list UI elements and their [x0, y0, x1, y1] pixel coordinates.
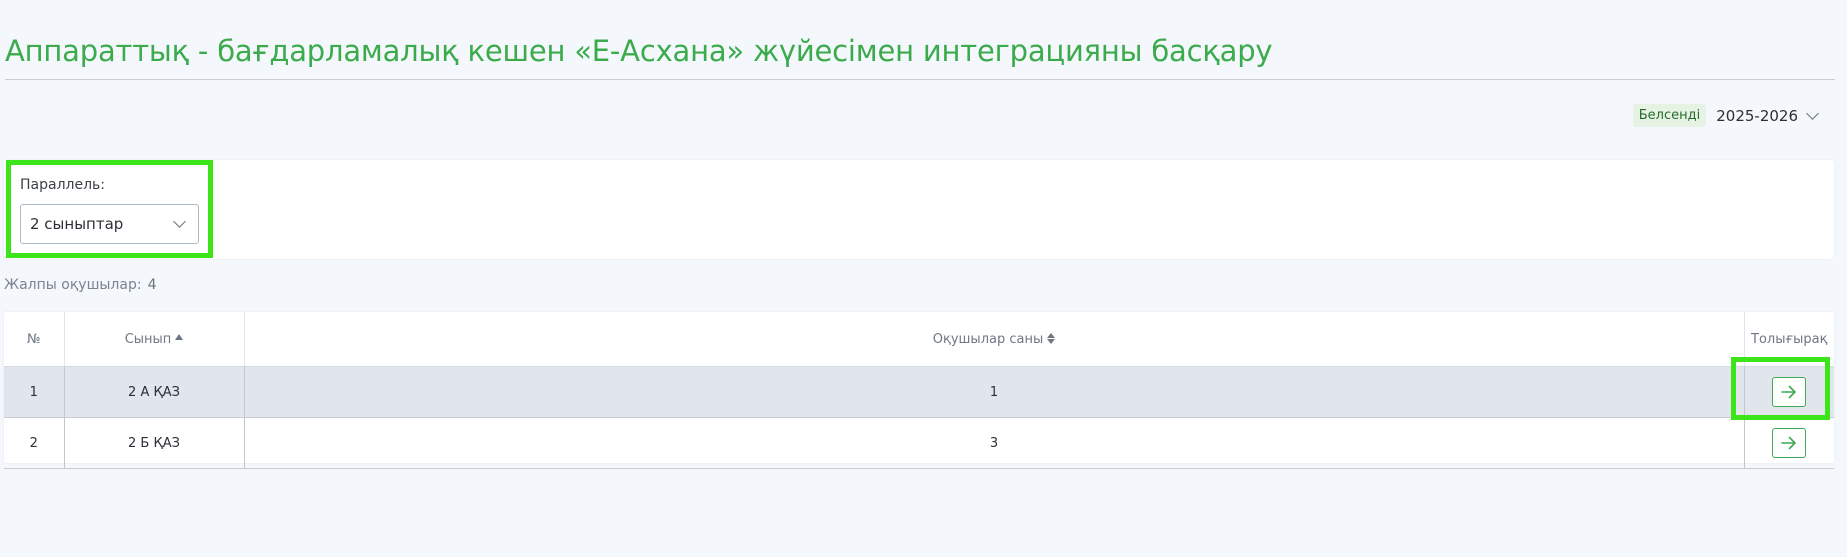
column-header-number: №: [4, 312, 65, 367]
open-class-button[interactable]: [1772, 428, 1807, 458]
row-class: 2 А ҚАЗ: [64, 366, 245, 418]
classes-table-card: № Сынып Оқушылар саны Толығырақ 1 2 А ҚА…: [4, 312, 1834, 469]
total-students-value: 4: [147, 277, 157, 293]
filter-panel: [4, 160, 1834, 259]
focus-highlight: [1731, 357, 1830, 420]
table-row[interactable]: 1 2 А ҚАЗ 1: [4, 366, 1834, 418]
sort-asc-icon: [175, 333, 184, 340]
column-header-students[interactable]: Оқушылар саны: [244, 312, 1745, 367]
status-badge: Белсенді: [1632, 104, 1707, 127]
row-number: 2: [4, 417, 65, 469]
table-row[interactable]: 2 2 Б ҚАЗ 3: [4, 417, 1834, 469]
row-students: 1: [244, 366, 1745, 418]
row-class: 2 Б ҚАЗ: [64, 417, 245, 469]
chevron-down-icon[interactable]: [1806, 106, 1819, 120]
academic-year-value: 2025-2026: [1716, 106, 1798, 125]
row-students: 3: [244, 417, 1745, 469]
classes-table: № Сынып Оқушылар саны Толығырақ 1 2 А ҚА…: [4, 312, 1834, 469]
table-header-row: № Сынып Оқушылар саны Толығырақ: [4, 312, 1834, 367]
total-students-label: Жалпы оқушылар:: [4, 277, 142, 293]
page-title: Аппараттық - бағдарламалық кешен «Е-Асха…: [5, 34, 1273, 68]
column-header-class[interactable]: Сынып: [64, 312, 245, 367]
sort-icon: [1047, 332, 1056, 344]
row-details-cell: [1744, 417, 1834, 469]
total-students: Жалпы оқушылар: 4: [4, 277, 157, 293]
row-number: 1: [4, 366, 65, 418]
title-divider: [5, 79, 1835, 80]
arrow-right-icon: [1781, 436, 1797, 450]
focus-highlight: [6, 160, 213, 258]
academic-year-selector[interactable]: Белсенді 2025-2026: [1632, 104, 1819, 127]
